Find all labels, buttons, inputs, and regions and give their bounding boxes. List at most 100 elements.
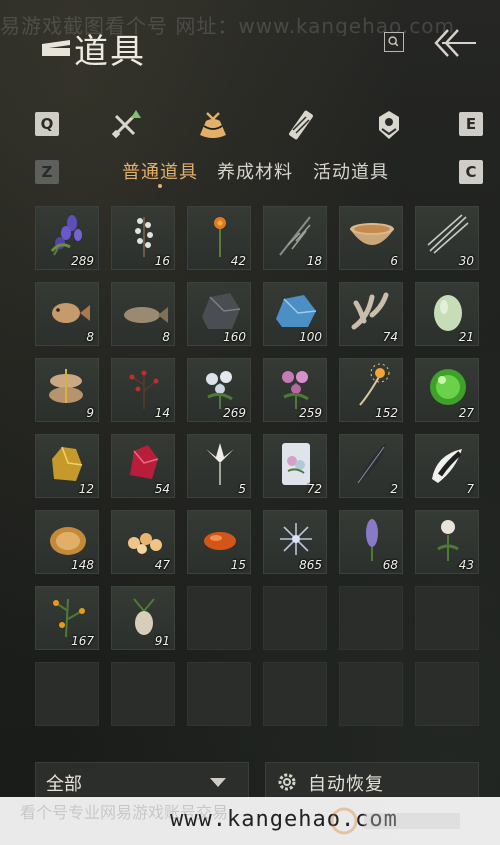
key-z[interactable]: Z (35, 160, 59, 184)
white-flowers-icon (206, 371, 233, 409)
item-chest-icon (42, 40, 70, 56)
filter-dropdown[interactable]: 全部 (35, 762, 249, 800)
empty-slot[interactable] (111, 662, 175, 726)
search-button[interactable] (384, 32, 404, 52)
flower-box-icon (282, 443, 310, 485)
chevron-down-icon (210, 778, 226, 787)
orange-flower-icon (214, 217, 226, 257)
rice-sacks-icon (49, 369, 83, 403)
subtab-event-items[interactable]: 活动道具 (313, 158, 389, 184)
item-count: 6 (390, 254, 398, 268)
item-slot[interactable]: 12 (35, 434, 99, 498)
item-slot[interactable]: 68 (339, 510, 403, 574)
item-slot[interactable]: 14 (111, 358, 175, 422)
item-count: 8 (162, 330, 170, 344)
item-count: 21 (458, 330, 474, 344)
grass-sprig-icon (279, 216, 311, 256)
item-slot[interactable]: 18 (263, 206, 327, 270)
empty-slot[interactable] (415, 586, 479, 650)
subtab-normal-items[interactable]: 普通道具 (122, 158, 198, 184)
scroll-icon[interactable] (284, 108, 318, 142)
item-count: 7 (466, 482, 474, 496)
badge-icon[interactable] (372, 108, 406, 142)
item-slot[interactable]: 5 (187, 434, 251, 498)
empty-slot[interactable] (339, 586, 403, 650)
item-slot[interactable]: 289 (35, 206, 99, 270)
item-slot[interactable]: 16 (111, 206, 175, 270)
item-count: 9 (86, 406, 94, 420)
empty-slot[interactable] (339, 662, 403, 726)
item-slot[interactable]: 8 (35, 282, 99, 346)
item-count: 5 (238, 482, 246, 496)
pink-flowers-icon (282, 371, 309, 409)
weapons-icon[interactable] (108, 108, 142, 142)
item-slot[interactable]: 6 (339, 206, 403, 270)
item-slot[interactable]: 100 (263, 282, 327, 346)
empty-slot[interactable] (187, 586, 251, 650)
item-slot[interactable]: 27 (415, 358, 479, 422)
orange-pill-icon (204, 532, 236, 550)
item-slot[interactable]: 54 (111, 434, 175, 498)
white-rose-icon (437, 520, 459, 561)
active-subtab-indicator (158, 184, 162, 188)
gold-ore-icon (52, 446, 83, 481)
item-slot[interactable]: 148 (35, 510, 99, 574)
item-count: 16 (154, 254, 170, 268)
item-slot[interactable]: 2 (339, 434, 403, 498)
item-count: 14 (154, 406, 170, 420)
empty-slot[interactable] (35, 662, 99, 726)
purple-flower-icon (50, 215, 82, 256)
item-count: 160 (223, 330, 246, 344)
fish-icon (124, 307, 168, 323)
item-count: 68 (382, 558, 398, 572)
item-slot[interactable]: 21 (415, 282, 479, 346)
bowl-icon (350, 223, 394, 245)
key-q[interactable]: Q (35, 112, 59, 136)
white-fur-icon (432, 449, 462, 483)
item-slot[interactable]: 167 (35, 586, 99, 650)
item-slot[interactable]: 15 (187, 510, 251, 574)
back-arrow-icon[interactable] (428, 26, 478, 60)
item-count: 259 (299, 406, 322, 420)
item-slot[interactable]: 9 (35, 358, 99, 422)
dark-ore-icon (202, 293, 241, 329)
watermark-logo-icon (330, 807, 460, 835)
red-berries-icon (129, 370, 159, 409)
item-slot[interactable]: 269 (187, 358, 251, 422)
item-slot[interactable]: 7 (415, 434, 479, 498)
subtab-row: Z 普通道具 养成材料 活动道具 C (0, 158, 500, 188)
item-slot[interactable]: 30 (415, 206, 479, 270)
empty-slot[interactable] (187, 662, 251, 726)
item-slot[interactable]: 47 (111, 510, 175, 574)
green-orb-icon (430, 369, 466, 405)
key-e[interactable]: E (459, 112, 483, 136)
item-slot[interactable]: 865 (263, 510, 327, 574)
inventory-grid: 289 16 42 18 6 30 8 8 160 100 74 21 9 14… (35, 206, 479, 726)
key-c[interactable]: C (459, 160, 483, 184)
needles-icon (427, 214, 469, 254)
item-count: 289 (71, 254, 94, 268)
item-slot[interactable]: 74 (339, 282, 403, 346)
auto-restore-button[interactable]: 自动恢复 (265, 762, 479, 800)
item-slot[interactable]: 43 (415, 510, 479, 574)
item-slot[interactable]: 259 (263, 358, 327, 422)
auto-restore-label: 自动恢复 (308, 774, 384, 795)
item-slot[interactable]: 91 (111, 586, 175, 650)
item-slot[interactable]: 42 (187, 206, 251, 270)
item-count: 74 (382, 330, 398, 344)
subtab-growth-materials[interactable]: 养成材料 (217, 158, 293, 184)
item-slot[interactable]: 160 (187, 282, 251, 346)
item-slot[interactable]: 72 (263, 434, 327, 498)
empty-slot[interactable] (263, 662, 327, 726)
item-slot[interactable]: 152 (339, 358, 403, 422)
empty-slot[interactable] (263, 586, 327, 650)
item-bag-icon[interactable] (196, 108, 230, 142)
category-tabs: Q E (0, 108, 500, 142)
black-feather-icon (357, 443, 386, 484)
blue-crystal-icon (276, 295, 317, 327)
item-slot[interactable]: 8 (111, 282, 175, 346)
shell-icon (50, 527, 86, 555)
empty-slot[interactable] (415, 662, 479, 726)
item-count: 865 (299, 558, 322, 572)
item-count: 91 (154, 634, 170, 648)
